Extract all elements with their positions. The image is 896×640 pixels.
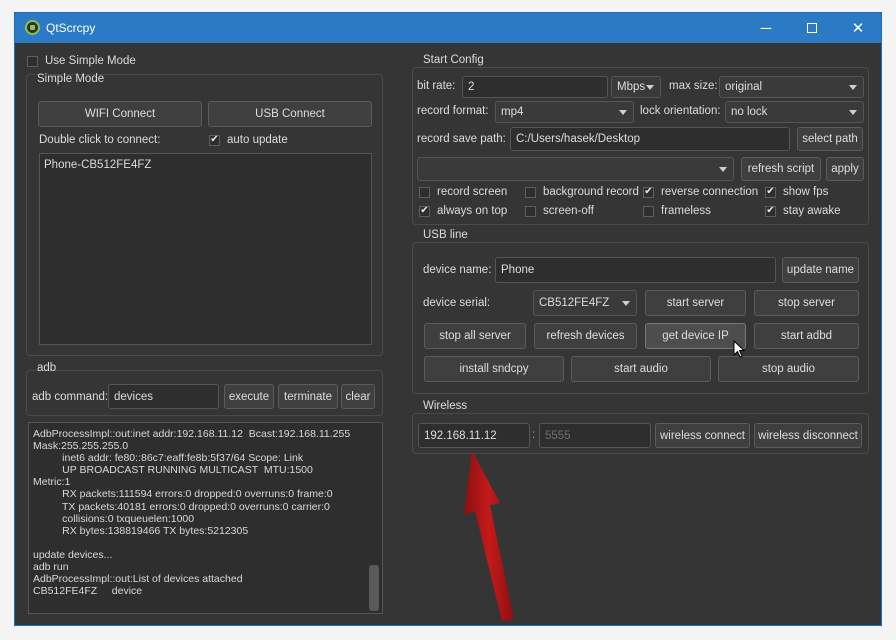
script-select[interactable]: [417, 157, 734, 181]
start-audio-button[interactable]: start audio: [571, 356, 711, 382]
chevron-down-icon: [719, 167, 727, 172]
window-title: QtScrcpy: [46, 21, 96, 35]
minimize-button[interactable]: ─: [743, 13, 789, 43]
adb-command-input[interactable]: devices: [108, 384, 219, 409]
max-size-label: max size:: [669, 80, 718, 92]
lock-orientation-select[interactable]: no lock: [725, 101, 864, 123]
lock-orientation-label: lock orientation:: [640, 105, 721, 117]
annotation-arrow-icon: [464, 451, 514, 621]
chevron-down-icon: [849, 110, 857, 115]
ip-port-separator: :: [532, 429, 536, 441]
reverse-connection-checkbox[interactable]: ✔ reverse connection: [643, 186, 758, 198]
always-on-top-checkbox[interactable]: ✔ always on top: [419, 205, 507, 217]
chevron-down-icon: [619, 110, 627, 115]
wireless-connect-button[interactable]: wireless connect: [655, 423, 750, 448]
checkmark-icon: ✔: [643, 186, 654, 198]
simple-mode-group-title: Simple Mode: [37, 73, 105, 85]
select-path-button[interactable]: select path: [797, 127, 863, 151]
usb-line-group-title: USB line: [423, 229, 468, 241]
screen-off-checkbox[interactable]: screen-off: [525, 205, 594, 217]
show-fps-checkbox[interactable]: ✔ show fps: [765, 186, 828, 198]
adb-group-title: adb: [37, 362, 57, 374]
refresh-script-button[interactable]: refresh script: [741, 157, 821, 181]
usb-connect-button[interactable]: USB Connect: [208, 101, 372, 127]
record-format-label: record format:: [417, 105, 489, 117]
get-device-ip-button[interactable]: get device IP: [645, 323, 746, 349]
close-icon: ✕: [851, 20, 865, 37]
update-name-button[interactable]: update name: [782, 257, 859, 283]
start-config-group-title: Start Config: [423, 54, 484, 66]
bit-rate-label: bit rate:: [417, 80, 456, 92]
maximize-button[interactable]: [789, 13, 835, 43]
device-name-input[interactable]: Phone: [495, 257, 776, 283]
maximize-icon: [807, 23, 817, 33]
checkbox-box: [525, 186, 536, 198]
apply-button[interactable]: apply: [826, 157, 864, 181]
refresh-devices-button[interactable]: refresh devices: [534, 323, 637, 349]
start-adbd-button[interactable]: start adbd: [754, 323, 859, 349]
checkbox-box: [27, 55, 38, 67]
android-app-icon: [25, 20, 40, 35]
qtscrcpy-window: QtScrcpy ─ ✕ Use Simple Mode Simple Mode…: [14, 12, 882, 626]
record-save-path-label: record save path:: [417, 133, 506, 145]
max-size-select[interactable]: original: [719, 76, 864, 98]
checkmark-icon: ✔: [765, 186, 776, 198]
checkmark-icon: ✔: [765, 205, 776, 217]
list-item[interactable]: Phone-CB512FE4FZ: [44, 159, 151, 171]
chevron-down-icon: [646, 85, 654, 90]
checkbox-box: [419, 186, 430, 198]
adb-log-text: AdbProcessImpl::out:inet addr:192.168.11…: [33, 428, 351, 598]
background-record-checkbox[interactable]: background record: [525, 186, 639, 198]
start-server-button[interactable]: start server: [645, 290, 746, 316]
chevron-down-icon: [622, 301, 630, 306]
clear-button[interactable]: clear: [341, 384, 375, 409]
device-serial-select[interactable]: CB512FE4FZ: [533, 290, 637, 316]
stay-awake-checkbox[interactable]: ✔ stay awake: [765, 205, 841, 217]
execute-button[interactable]: execute: [224, 384, 274, 409]
bit-rate-input[interactable]: 2: [462, 76, 608, 98]
mouse-pointer-icon: [733, 340, 746, 358]
install-sndcpy-button[interactable]: install sndcpy: [424, 356, 564, 382]
device-list[interactable]: Phone-CB512FE4FZ: [39, 153, 372, 345]
record-screen-checkbox[interactable]: record screen: [419, 186, 507, 198]
frameless-checkbox[interactable]: frameless: [643, 205, 711, 217]
adb-command-label: adb command:: [32, 391, 109, 403]
use-simple-mode-checkbox[interactable]: Use Simple Mode: [27, 55, 136, 67]
minimize-icon: ─: [760, 19, 772, 37]
wireless-disconnect-button[interactable]: wireless disconnect: [754, 423, 862, 448]
checkbox-box: [643, 205, 654, 217]
checkmark-icon: ✔: [419, 205, 430, 217]
stop-server-button[interactable]: stop server: [754, 290, 859, 316]
title-bar[interactable]: QtScrcpy ─ ✕: [15, 13, 881, 43]
stop-all-server-button[interactable]: stop all server: [424, 323, 526, 349]
bit-rate-unit-select[interactable]: Mbps: [611, 76, 661, 98]
record-save-path-input[interactable]: C:/Users/hasek/Desktop: [510, 127, 790, 151]
wifi-connect-button[interactable]: WIFI Connect: [38, 101, 202, 127]
wireless-group-title: Wireless: [423, 400, 468, 412]
close-button[interactable]: ✕: [835, 13, 881, 43]
checkbox-box: [525, 205, 536, 217]
checkmark-icon: ✔: [209, 134, 220, 146]
auto-update-checkbox[interactable]: ✔ auto update: [209, 134, 288, 146]
record-format-select[interactable]: mp4: [495, 101, 634, 123]
terminate-button[interactable]: terminate: [278, 384, 338, 409]
device-name-label: device name:: [423, 264, 492, 276]
device-serial-label: device serial:: [423, 297, 491, 309]
chevron-down-icon: [849, 85, 857, 90]
double-click-label: Double click to connect:: [39, 134, 161, 146]
log-scrollbar[interactable]: [369, 565, 379, 611]
wireless-port-input[interactable]: 5555: [539, 423, 651, 448]
